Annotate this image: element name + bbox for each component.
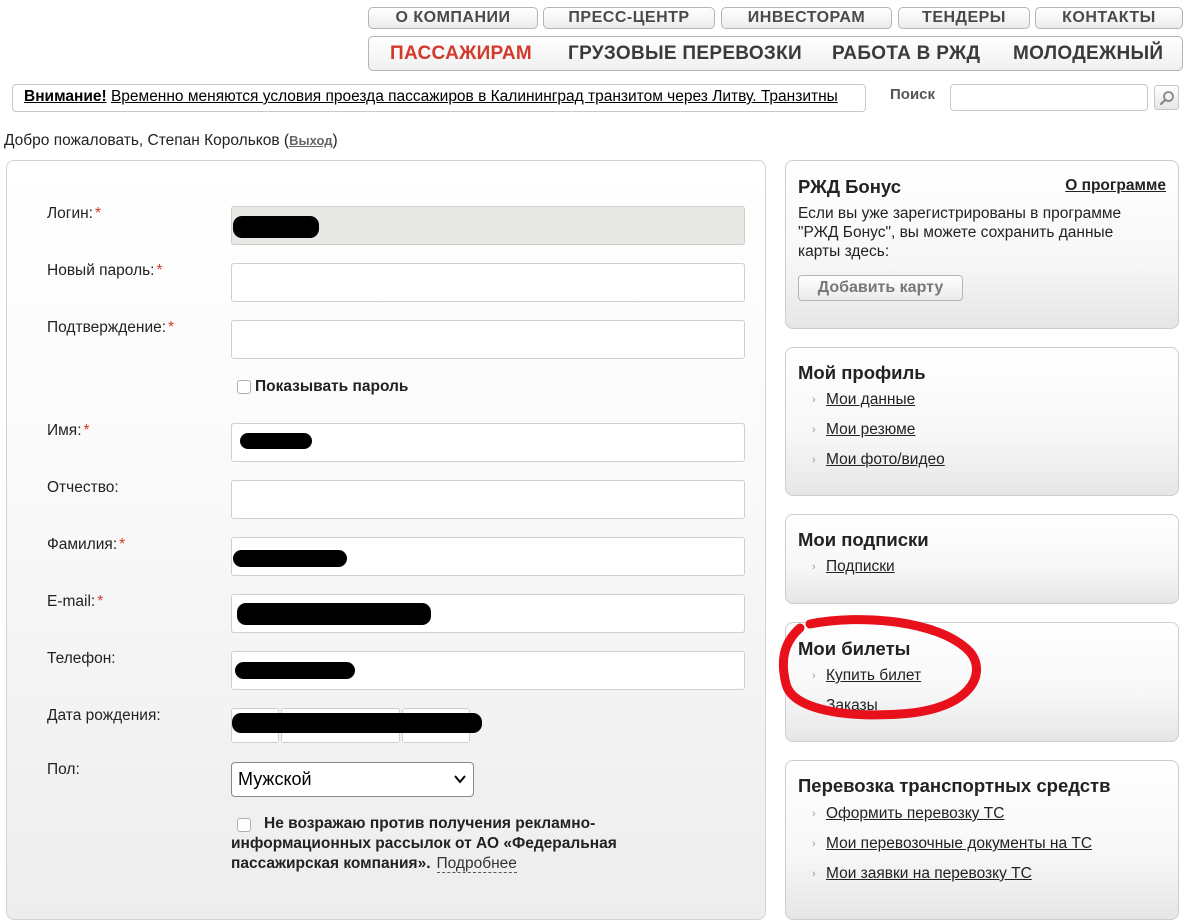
phone-label: Телефон: <box>47 650 116 667</box>
link-vehicle-transport-requests[interactable]: Мои заявки на перевозку ТС <box>826 865 1032 883</box>
highlight-circle-annotation <box>778 615 981 720</box>
main-nav-passengers[interactable]: ПАССАЖИРАМ <box>390 43 532 65</box>
login-label: Логин: * <box>47 205 102 222</box>
chevron-down-icon <box>454 775 466 784</box>
my-subscriptions-title: Мои подписки <box>798 529 929 550</box>
consent-more-link[interactable]: Подробнее <box>436 855 517 873</box>
rzd-bonus-text: Если вы уже зарегистрированы в программе… <box>798 205 1122 260</box>
link-arrange-vehicle-transport[interactable]: Оформить перевозку ТС <box>826 805 1004 823</box>
first-name-label: Имя: * <box>47 422 90 439</box>
vehicle-transport-title: Перевозка транспортных средств <box>798 775 1111 796</box>
email-label: E-mail: * <box>47 593 104 610</box>
add-card-button[interactable]: Добавить карту <box>798 275 963 301</box>
link-vehicle-transport-documents[interactable]: Мои перевозочные документы на ТС <box>826 835 1092 853</box>
chevron-right-icon: › <box>812 808 816 820</box>
chevron-right-icon: › <box>812 424 816 436</box>
patronymic-label: Отчество: <box>47 479 119 496</box>
link-my-photo-video[interactable]: Мои фото/видео <box>826 451 945 469</box>
main-nav-career[interactable]: РАБОТА В РЖД <box>832 43 980 65</box>
link-subscriptions[interactable]: Подписки <box>826 558 895 576</box>
redaction-scribble <box>232 713 482 733</box>
logout-link[interactable]: Выход <box>289 133 332 148</box>
birth-date-label: Дата рождения: <box>47 707 161 724</box>
chevron-right-icon: › <box>812 454 816 466</box>
main-navigation: ПАССАЖИРАМ ГРУЗОВЫЕ ПЕРЕВОЗКИ РАБОТА В Р… <box>368 36 1183 71</box>
gender-select-value: Мужской <box>238 769 312 789</box>
ticker-label: Внимание! <box>24 88 107 105</box>
confirm-password-field[interactable] <box>231 320 745 359</box>
redaction-scribble <box>240 433 312 449</box>
search-input[interactable] <box>950 84 1148 111</box>
nav-tenders[interactable]: ТЕНДЕРЫ <box>898 7 1030 29</box>
nav-about-company[interactable]: О КОМПАНИИ <box>368 7 538 29</box>
last-name-label: Фамилия: * <box>47 536 126 553</box>
gender-label: Пол: <box>47 761 80 778</box>
confirm-password-label: Подтверждение: * <box>47 319 175 336</box>
redaction-scribble <box>233 550 347 567</box>
nav-contacts[interactable]: КОНТАКТЫ <box>1035 7 1183 29</box>
search-icon <box>1159 90 1174 105</box>
redaction-scribble <box>233 216 319 238</box>
news-ticker[interactable]: Внимание! Временно меняются условия прое… <box>12 84 866 112</box>
my-subscriptions-panel: Мои подписки › Подписки <box>785 514 1179 604</box>
gender-select[interactable]: Мужской <box>231 762 474 797</box>
nav-press-center[interactable]: ПРЕСС-ЦЕНТР <box>543 7 715 29</box>
chevron-right-icon: › <box>812 838 816 850</box>
rzd-bonus-title: РЖД Бонус <box>798 176 902 197</box>
my-profile-panel: Мой профиль › Мои данные › Мои резюме › … <box>785 347 1179 496</box>
consent-text: Не возражаю против получения рекламно-ин… <box>231 815 617 873</box>
redaction-scribble <box>235 662 355 679</box>
new-password-field[interactable] <box>231 263 745 302</box>
search-button[interactable] <box>1154 85 1179 110</box>
chevron-right-icon: › <box>812 868 816 880</box>
show-password-checkbox[interactable] <box>237 380 251 394</box>
chevron-right-icon: › <box>812 394 816 406</box>
rzd-bonus-panel: РЖД Бонус О программе Если вы уже зареги… <box>785 160 1179 329</box>
welcome-close-paren: ) <box>332 132 338 149</box>
ticker-message[interactable]: Временно меняются условия проезда пассаж… <box>111 88 838 105</box>
link-my-data[interactable]: Мои данные <box>826 391 915 409</box>
my-profile-title: Мой профиль <box>798 362 926 383</box>
welcome-message: Добро пожаловать, Степан Корольков (Выхо… <box>4 132 338 150</box>
vehicle-transport-panel: Перевозка транспортных средств › Оформит… <box>785 760 1179 920</box>
redaction-scribble <box>237 603 431 625</box>
main-nav-youth[interactable]: МОЛОДЕЖНЫЙ <box>1013 43 1163 65</box>
chevron-right-icon: › <box>812 561 816 573</box>
nav-investors[interactable]: ИНВЕСТОРАМ <box>721 7 892 29</box>
main-nav-cargo[interactable]: ГРУЗОВЫЕ ПЕРЕВОЗКИ <box>568 43 802 65</box>
new-password-label: Новый пароль: * <box>47 262 163 279</box>
patronymic-field[interactable] <box>231 480 745 519</box>
welcome-text: Добро пожаловать, Степан Корольков ( <box>4 132 290 149</box>
search-label: Поиск <box>890 86 936 103</box>
link-my-resumes[interactable]: Мои резюме <box>826 421 915 439</box>
about-program-link[interactable]: О программе <box>1065 177 1166 195</box>
show-password-label[interactable]: Показывать пароль <box>255 378 408 396</box>
